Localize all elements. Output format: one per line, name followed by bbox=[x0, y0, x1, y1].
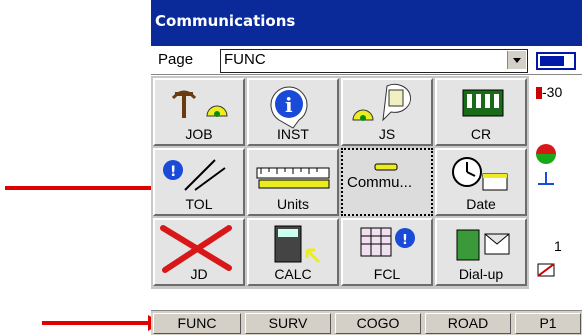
tile-label: Dial-up bbox=[458, 266, 504, 282]
title-bar: Communications bbox=[151, 0, 582, 46]
target-icon bbox=[536, 144, 556, 185]
tile-label: JOB bbox=[185, 126, 213, 142]
tile-calc[interactable]: CALC bbox=[247, 218, 339, 286]
window-title: Communications bbox=[155, 12, 296, 30]
side-label: 1 bbox=[554, 238, 562, 254]
tab-p1[interactable]: P1 bbox=[515, 313, 581, 334]
device-screen: Communications Page FUNC JOB i INST JS C… bbox=[151, 0, 582, 335]
edit-icon bbox=[537, 263, 555, 277]
battery-icon bbox=[536, 52, 576, 70]
chevron-down-icon[interactable] bbox=[507, 51, 526, 69]
bottom-tab-bar: FUNC SURV COGO ROAD P1 bbox=[151, 310, 582, 335]
tile-label: INST bbox=[277, 126, 309, 142]
tab-surv[interactable]: SURV bbox=[245, 313, 331, 334]
side-status-panel: -30 1 bbox=[532, 76, 582, 289]
tile-label: JS bbox=[378, 126, 396, 142]
side-value: -30 bbox=[536, 84, 562, 100]
tab-cogo[interactable]: COGO bbox=[335, 313, 421, 334]
tile-label: Units bbox=[277, 196, 309, 212]
tile-label: FCL bbox=[373, 266, 401, 282]
tile-units[interactable]: Units bbox=[247, 148, 339, 216]
tab-road[interactable]: ROAD bbox=[425, 313, 511, 334]
tile-date[interactable]: Date bbox=[435, 148, 527, 216]
tile-label: JD bbox=[190, 266, 208, 282]
svg-text:!: ! bbox=[402, 233, 408, 248]
tile-communications[interactable]: Commu... bbox=[341, 148, 433, 216]
tile-label: CALC bbox=[274, 266, 312, 282]
tile-label: Date bbox=[466, 196, 496, 212]
svg-text:!: ! bbox=[170, 164, 176, 180]
tile-inst[interactable]: i INST bbox=[247, 78, 339, 146]
tab-func[interactable]: FUNC bbox=[153, 313, 241, 334]
tile-job[interactable]: JOB bbox=[153, 78, 245, 146]
tile-fcl[interactable]: ! FCL bbox=[341, 218, 433, 286]
tile-cr[interactable]: CR bbox=[435, 78, 527, 146]
annotation-arrow-func bbox=[42, 321, 150, 325]
svg-text:i: i bbox=[285, 93, 293, 117]
page-select-value: FUNC bbox=[224, 51, 266, 68]
tile-jd[interactable]: JD bbox=[153, 218, 245, 286]
page-select[interactable]: FUNC bbox=[220, 49, 528, 73]
tile-dial-up[interactable]: Dial-up bbox=[435, 218, 527, 286]
function-grid: JOB i INST JS CR ! TOL Units Commu... Da… bbox=[151, 76, 529, 289]
tile-label: Commu... bbox=[347, 174, 413, 191]
tile-tol[interactable]: ! TOL bbox=[153, 148, 245, 216]
page-bar: Page FUNC bbox=[151, 46, 582, 75]
tile-label: TOL bbox=[185, 196, 213, 212]
tile-js[interactable]: JS bbox=[341, 78, 433, 146]
tile-label: CR bbox=[470, 126, 492, 142]
page-label: Page bbox=[158, 51, 194, 68]
